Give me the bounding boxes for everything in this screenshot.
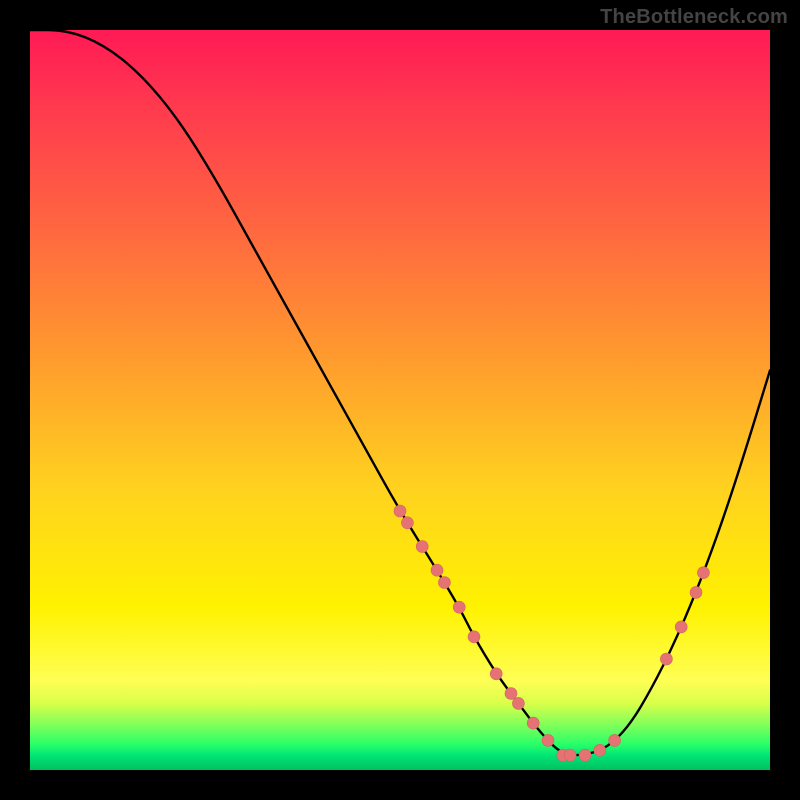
bottleneck-curve [30,30,770,755]
curve-marker [690,586,702,598]
curve-marker [490,668,502,680]
curve-marker [438,577,450,589]
curve-marker [527,717,539,729]
curve-marker [401,517,413,529]
curve-marker [579,749,591,761]
curve-marker [416,541,428,553]
curve-marker [675,621,687,633]
watermark-text: TheBottleneck.com [600,6,788,29]
curve-marker [512,697,524,709]
curve-marker [468,631,480,643]
plot-area [30,30,770,770]
curve-layer [30,30,770,770]
curve-marker [609,734,621,746]
curve-marker [594,744,606,756]
curve-marker [697,567,709,579]
curve-marker [431,564,443,576]
curve-marker [505,688,517,700]
curve-marker [453,601,465,613]
curve-marker [542,734,554,746]
curve-marker [564,749,576,761]
curve-marker [660,653,672,665]
curve-marker [394,505,406,517]
chart-frame: TheBottleneck.com [0,0,800,800]
